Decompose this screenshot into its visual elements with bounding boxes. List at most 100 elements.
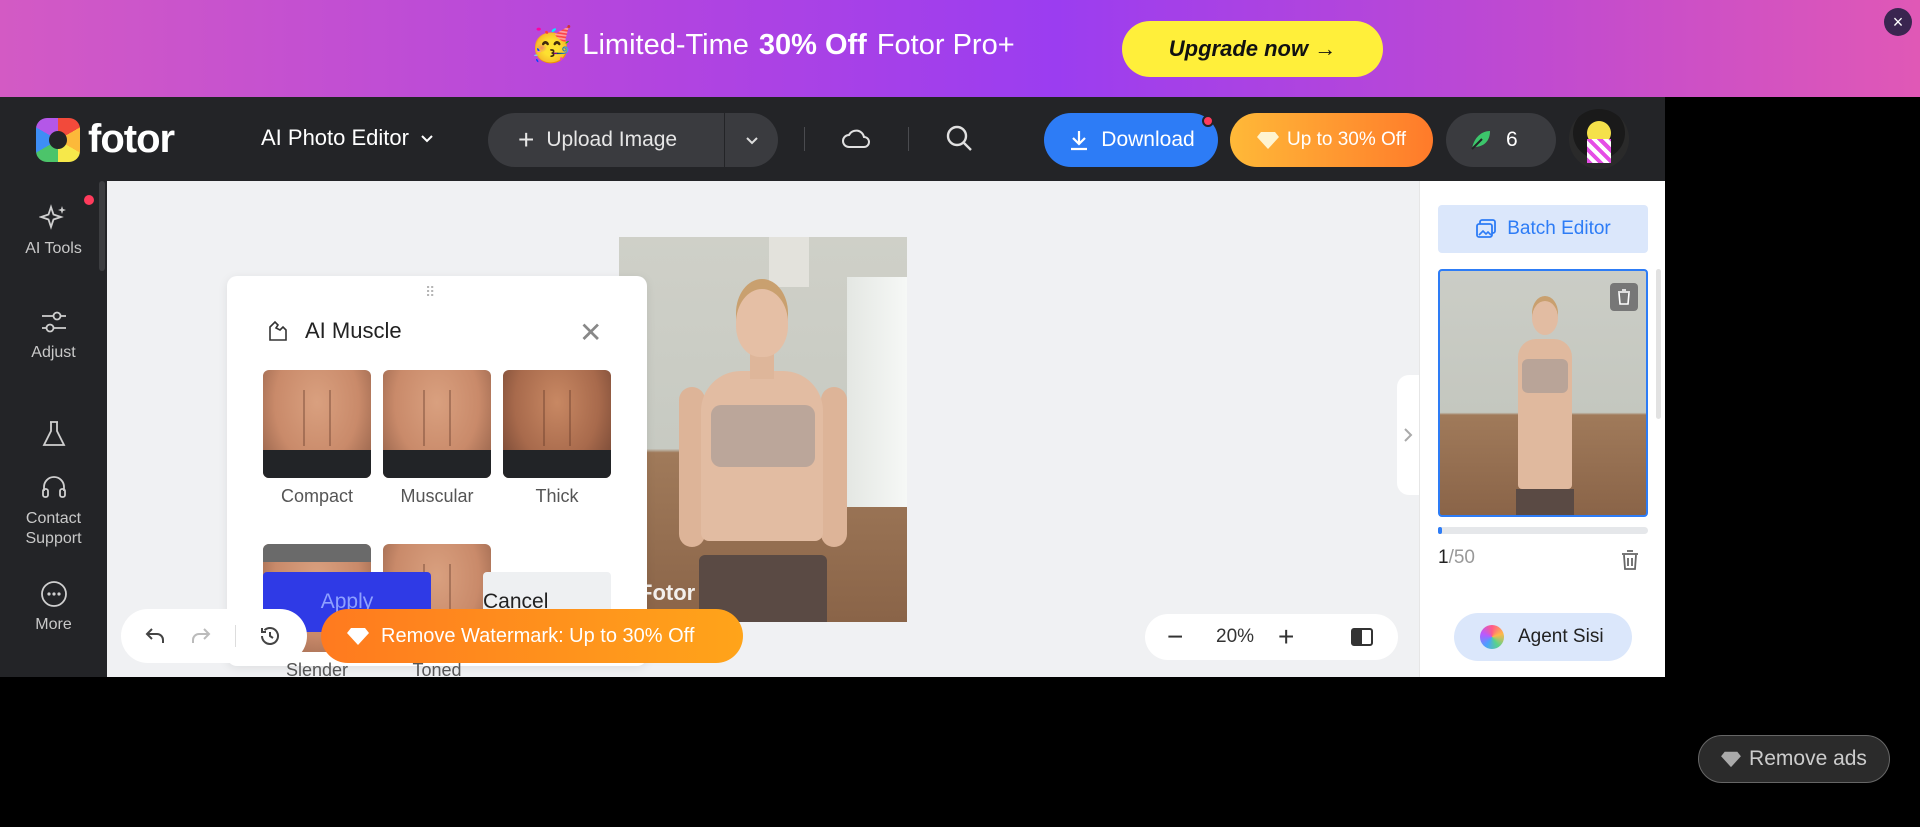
promo-discount: 30% Off (758, 28, 867, 61)
drag-handle-icon[interactable]: ⠿ (425, 284, 436, 301)
sidebar-item-flask[interactable] (0, 419, 107, 455)
promo-text: 🥳 Limited-Time 30% Off Fotor Pro+ (530, 28, 1015, 62)
batch-editor-button[interactable]: Batch Editor (1438, 205, 1648, 253)
right-panel-scrollbar[interactable] (1656, 269, 1661, 419)
agent-orb-icon (1480, 625, 1504, 649)
top-bar: fotor AI Photo Editor + Upload Image Dow… (0, 97, 1665, 181)
trash-icon (1618, 289, 1630, 305)
chevron-right-icon (1404, 428, 1413, 442)
ai-muscle-panel: ⠿ AI Muscle ✕ Compact Muscular Thick Sle… (227, 276, 647, 680)
delete-thumbnail-button[interactable] (1610, 283, 1638, 311)
credits-button[interactable]: 6 (1446, 113, 1556, 167)
divider (804, 127, 805, 151)
upload-group: + Upload Image (488, 113, 778, 167)
close-panel-icon[interactable]: ✕ (579, 316, 602, 349)
fotor-logo[interactable]: fotor (36, 117, 175, 162)
sidebar-item-label: Contact Support (25, 510, 82, 547)
zoom-toolbar: − 20% + (1145, 614, 1398, 660)
download-icon (1071, 131, 1088, 151)
style-muscular-thumb[interactable] (383, 370, 491, 478)
compare-icon[interactable] (1351, 627, 1373, 647)
photo-watermark: Fotor (639, 580, 696, 605)
collapse-right-panel-button[interactable] (1397, 375, 1419, 495)
remove-ads-label: Remove ads (1749, 747, 1867, 770)
editor-mode-dropdown[interactable]: AI Photo Editor (261, 125, 435, 151)
left-sidebar: AI Tools Adjust Contact Support More (0, 181, 107, 677)
editor-mode-label: AI Photo Editor (261, 125, 409, 150)
edited-photo[interactable]: Fotor (619, 237, 907, 622)
image-thumbnail[interactable] (1438, 269, 1648, 517)
upload-label: Upload Image (546, 128, 678, 151)
upgrade-now-button[interactable]: Upgrade now → (1122, 21, 1383, 77)
history-icon[interactable] (258, 624, 282, 648)
headset-icon (41, 476, 66, 498)
style-label: Toned (412, 660, 462, 680)
image-progress-bar (1438, 527, 1648, 534)
sparkles-icon (38, 204, 66, 230)
diamond-icon (1257, 132, 1279, 149)
right-panel: Batch Editor 1/50 Agent Sisi (1419, 181, 1665, 677)
download-button[interactable]: Download (1044, 113, 1218, 167)
plus-icon: + (518, 124, 535, 155)
close-promo-button[interactable]: × (1884, 8, 1912, 36)
flask-icon (42, 421, 65, 446)
sidebar-item-contact-support[interactable]: Contact Support (0, 473, 107, 549)
more-icon (40, 581, 67, 607)
style-label: Compact (280, 486, 354, 506)
muscle-icon (269, 320, 287, 341)
diamond-icon (347, 628, 369, 645)
zoom-level: 20% (1216, 626, 1255, 647)
sliders-icon (41, 311, 66, 333)
diamond-icon (1721, 751, 1741, 768)
image-count-total: /50 (1448, 547, 1475, 568)
sidebar-item-label: More (35, 616, 72, 633)
style-label: Slender (285, 660, 349, 680)
party-emoji-icon: 🥳 (530, 26, 573, 64)
trash-icon[interactable] (1620, 549, 1640, 571)
offer-label: Up to 30% Off (1287, 129, 1406, 150)
fotor-logo-icon (36, 117, 80, 162)
zoom-in-button[interactable]: + (1278, 621, 1294, 653)
image-count-current: 1 (1438, 547, 1449, 568)
promo-text-before: Limited-Time (582, 28, 749, 61)
panel-title: AI Muscle (267, 318, 402, 344)
batch-images-icon (1476, 219, 1497, 238)
style-compact-thumb[interactable] (263, 370, 371, 478)
promo-banner: 🥳 Limited-Time 30% Off Fotor Pro+ Upgrad… (0, 0, 1920, 97)
credits-count: 6 (1506, 128, 1518, 151)
agent-sisi-button[interactable]: Agent Sisi (1454, 613, 1632, 661)
agent-sisi-label: Agent Sisi (1518, 626, 1604, 647)
style-label: Thick (535, 486, 579, 506)
batch-editor-label: Batch Editor (1507, 218, 1611, 239)
remove-watermark-label: Remove Watermark: Up to 30% Off (381, 624, 695, 647)
remove-watermark-button[interactable]: Remove Watermark: Up to 30% Off (321, 609, 743, 663)
style-thick-thumb[interactable] (503, 370, 611, 478)
panel-title-text: AI Muscle (305, 318, 402, 343)
editor-canvas[interactable]: Fotor ⠿ AI Muscle ✕ Compact Muscular Thi… (107, 181, 1419, 680)
logo-text: fotor (88, 117, 175, 161)
upload-image-button[interactable]: + Upload Image (488, 113, 725, 167)
sidebar-item-adjust[interactable]: Adjust (0, 307, 107, 363)
divider (235, 625, 236, 647)
sidebar-item-more[interactable]: More (0, 579, 107, 635)
search-icon[interactable] (944, 123, 974, 153)
promo-product: Fotor Pro+ (876, 28, 1015, 61)
user-avatar[interactable] (1569, 109, 1629, 169)
undo-icon[interactable] (143, 624, 167, 648)
leaf-icon (1471, 131, 1490, 150)
chevron-down-icon (421, 135, 433, 143)
download-label: Download (1101, 128, 1195, 151)
editor-app: fotor AI Photo Editor + Upload Image Dow… (0, 97, 1665, 680)
cloud-icon[interactable] (840, 123, 872, 155)
sidebar-item-ai-tools[interactable]: AI Tools (0, 203, 107, 259)
redo-icon[interactable] (189, 624, 213, 648)
sidebar-item-label: AI Tools (25, 240, 82, 257)
notification-dot (1202, 115, 1214, 127)
chevron-down-icon (745, 137, 758, 145)
sidebar-item-label: Adjust (31, 344, 76, 361)
zoom-out-button[interactable]: − (1167, 621, 1183, 653)
divider (908, 127, 909, 151)
remove-ads-button[interactable]: Remove ads (1698, 735, 1890, 783)
discount-offer-button[interactable]: Up to 30% Off (1230, 113, 1433, 167)
upload-dropdown-button[interactable] (725, 132, 778, 148)
